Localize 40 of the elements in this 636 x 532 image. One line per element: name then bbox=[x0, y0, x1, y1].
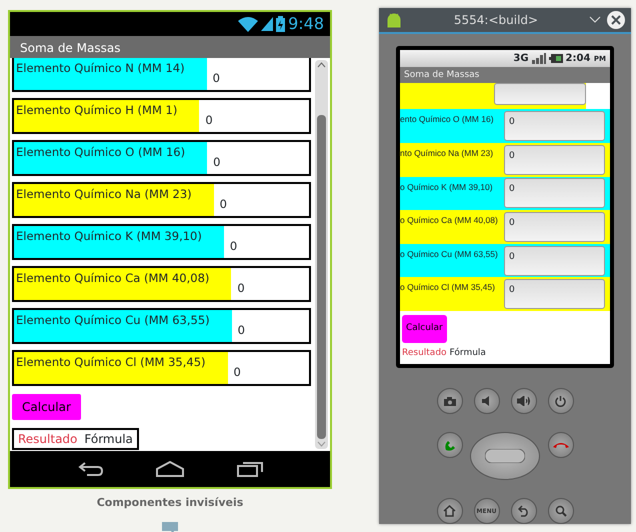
text-field[interactable]: 0 bbox=[504, 178, 605, 208]
element-label: nto Químico Na (MM 23) bbox=[400, 147, 494, 160]
formula-label: Fórmula bbox=[84, 431, 133, 448]
result-label: Resultado bbox=[402, 346, 447, 360]
element-label: Elemento Químico Cu (MM 63,55) bbox=[15, 312, 211, 329]
element-label: ento Químico O (MM 16) bbox=[400, 113, 495, 126]
text-field[interactable]: 0 bbox=[214, 184, 309, 216]
text-field[interactable]: 0 bbox=[199, 100, 309, 132]
element-label: o Químico Cl (MM 35,45) bbox=[400, 281, 496, 294]
text-field[interactable]: 0 bbox=[231, 268, 309, 300]
text-field[interactable]: 0 bbox=[504, 279, 605, 310]
text-field[interactable]: 0 bbox=[232, 310, 309, 342]
formula-label: Fórmula bbox=[450, 346, 486, 360]
section-heading: Componentes invisíveis bbox=[96, 495, 244, 511]
text-field[interactable]: 0 bbox=[504, 144, 605, 175]
app-title: Soma de Massas bbox=[400, 66, 610, 83]
element-label: Elemento Químico Ca (MM 40,08) bbox=[15, 270, 210, 287]
element-label: Elemento Químico O (MM 16) bbox=[15, 144, 186, 161]
network-label: 3G bbox=[513, 52, 529, 66]
calculate-button[interactable]: Calcular bbox=[12, 394, 81, 420]
element-label: o Químico Cu (MM 63,55) bbox=[400, 248, 499, 261]
status-time: 9:48 bbox=[288, 13, 324, 35]
element-label: o Químico K (MM 39,10) bbox=[400, 180, 494, 194]
element-label: Elemento Químico H (MM 1) bbox=[15, 102, 178, 119]
text-field[interactable]: 0 bbox=[206, 58, 309, 90]
element-label: Elemento Químico K (MM 39,10) bbox=[15, 228, 203, 245]
text-field[interactable]: 0 bbox=[504, 246, 605, 276]
element-label: Elemento Químico N (MM 14) bbox=[15, 60, 186, 77]
text-field[interactable]: 0 bbox=[224, 226, 309, 258]
element-label: Elemento Químico Na (MM 23) bbox=[15, 186, 193, 203]
text-field[interactable]: 0 bbox=[504, 212, 605, 242]
app-title: Soma de Massas bbox=[10, 36, 330, 58]
text-field[interactable]: 0 bbox=[228, 352, 309, 384]
element-label: Elemento Químico Cl (MM 35,45) bbox=[15, 354, 207, 371]
result-label: Resultado bbox=[18, 431, 78, 448]
text-field[interactable]: 0 bbox=[207, 142, 309, 174]
text-field[interactable]: 0 bbox=[504, 111, 605, 142]
window-title: 5554:<build> bbox=[452, 12, 540, 29]
calculate-button[interactable]: Calcular bbox=[402, 315, 447, 343]
element-label: o Químico Ca (MM 40,08) bbox=[400, 214, 499, 227]
